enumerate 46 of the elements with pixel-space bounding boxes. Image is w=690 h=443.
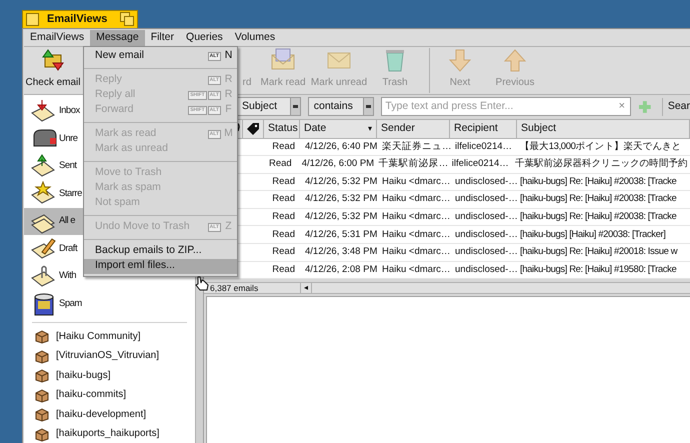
table-cell-text: Read: [268, 157, 293, 172]
table-cell-text: undisclosed-…: [454, 262, 518, 277]
table-cell-text: 楽天証券ニュ…: [381, 140, 451, 154]
table-cell-text: Read: [271, 245, 296, 260]
table-cell-text: Haiku <dmarc…: [381, 228, 451, 242]
table-cell-text: 4/12/26, 3:48 PM: [304, 245, 378, 260]
table-cell-text: [haiku-bugs] Re: [Haiku] #20038: [Tracke: [519, 174, 678, 189]
table-cell-text: [haiku-bugs] Re: [Haiku] #19580: [Tracke: [519, 262, 678, 277]
table-cell-text: Haiku <dmarc…: [381, 210, 451, 224]
table-cell-text: 4/12/26, 5:31 PM: [304, 228, 378, 242]
table-cell-text: Read: [271, 262, 296, 277]
shortcut-key: R: [224, 87, 233, 103]
table-cell-text: undisclosed-…: [454, 192, 518, 206]
table-cell-text: Read: [271, 174, 296, 189]
table-cell-text: Haiku <dmarc…: [381, 174, 451, 189]
table-cell-text: ilfelice0214…: [450, 157, 510, 172]
table-cell-text: Haiku <dmarc…: [381, 245, 451, 260]
table-cell-text: Read: [271, 228, 296, 242]
table-cell-text: Read: [271, 140, 296, 154]
table-cell-text: 4/12/26, 2:08 PM: [304, 262, 378, 277]
table-cell-text: 4/12/26, 6:00 PM: [300, 157, 375, 172]
table-cell-text: 4/12/26, 5:32 PM: [304, 174, 378, 189]
table-cell-text: Haiku <dmarc…: [381, 192, 451, 206]
table-cell-text: undisclosed-…: [454, 174, 518, 189]
table-cell-text: [haiku-bugs] [Haiku] #20038: [Tracker]: [519, 228, 667, 242]
table-cell-text: Read: [271, 192, 296, 206]
table-cell-text: 千葉駅前泌尿器科クリニックの時間予約: [514, 157, 689, 172]
table-cell-text: 4/12/26, 5:32 PM: [304, 210, 378, 224]
table-cell-text: Haiku <dmarc…: [381, 262, 451, 277]
table-cell-text: 千葉駅前泌尿…: [378, 157, 448, 172]
table-cell-text: 4/12/26, 6:40 PM: [304, 140, 378, 154]
table-cell-text: Read: [271, 210, 296, 224]
table-cell-text: 【最大13,000ポイント】楽天でんきと: [519, 140, 682, 154]
shortcut-key: R: [224, 72, 233, 88]
table-cell-text: undisclosed-…: [454, 228, 518, 242]
table-cell-text: [haiku-bugs] Re: [Haiku] #20038: [Tracke: [519, 210, 678, 224]
table-cell-text: ilfelice0214…: [454, 140, 514, 154]
window-title: EmailViews: [47, 12, 108, 27]
shortcut-key: N: [224, 48, 233, 64]
shortcut-key: F: [224, 102, 233, 118]
table-cell-text: [haiku-bugs] Re: [Haiku] #20038: [Tracke: [519, 192, 678, 206]
table-cell-text: [haiku-bugs] Re: [Haiku] #20018: Issue w: [519, 245, 678, 260]
email-count: 6,387 emails: [209, 282, 260, 295]
table-cell-text: undisclosed-…: [454, 210, 518, 224]
table-cell-text: 4/12/26, 5:32 PM: [304, 192, 378, 206]
table-cell-text: undisclosed-…: [454, 245, 518, 260]
